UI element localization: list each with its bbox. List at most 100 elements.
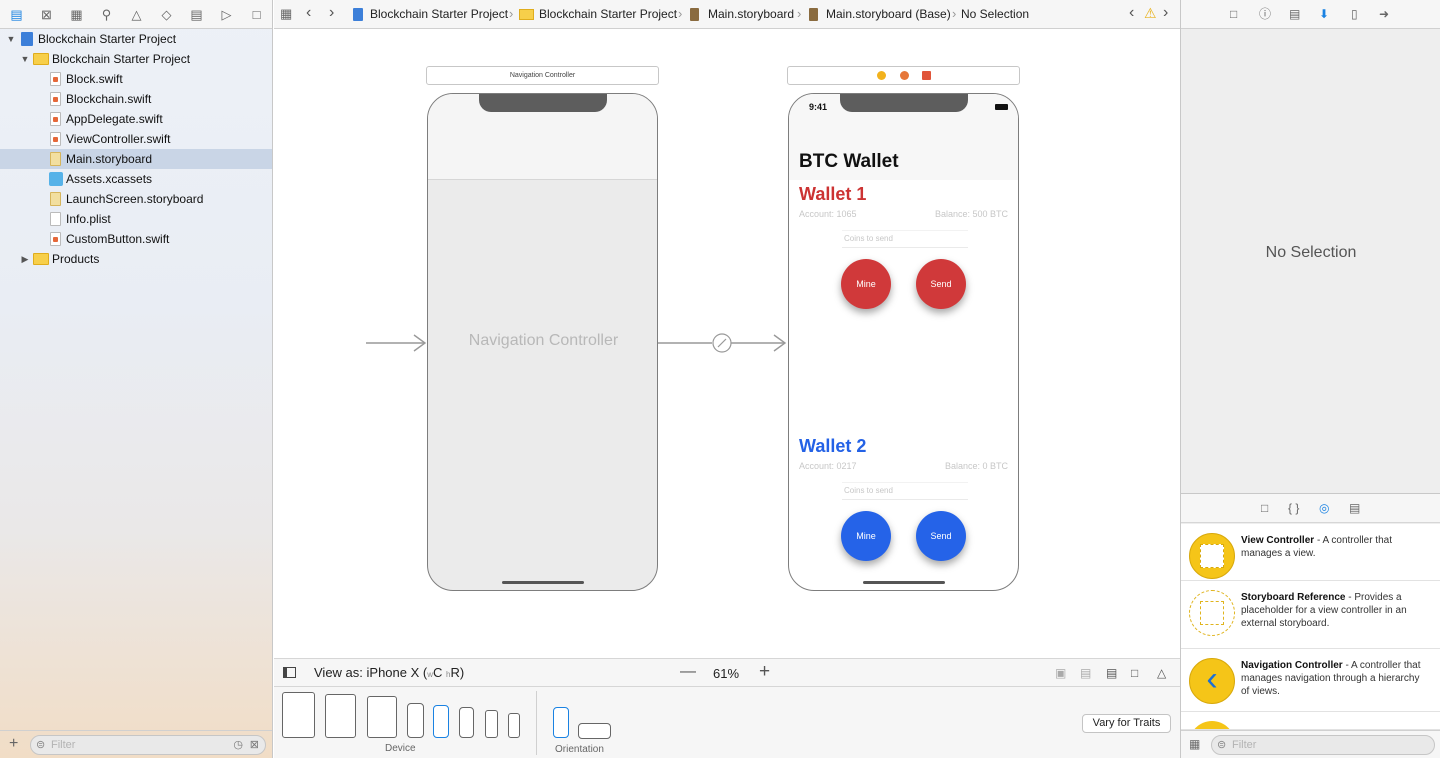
- vary-for-traits-button[interactable]: Vary for Traits: [1082, 714, 1171, 733]
- scene-dock[interactable]: [787, 66, 1020, 85]
- folder-icon: [519, 9, 534, 20]
- first-responder-icon[interactable]: [900, 71, 909, 80]
- object-library-icon[interactable]: ◎: [1319, 502, 1329, 515]
- document-outline-icon[interactable]: [283, 667, 296, 678]
- wallet-2-send-button[interactable]: Send: [916, 511, 966, 561]
- device-iphone-plus-icon[interactable]: [407, 703, 424, 738]
- library-item-storyboard-reference[interactable]: Storyboard Reference - Provides a placeh…: [1181, 581, 1440, 649]
- chevron-right-icon: ›: [509, 6, 514, 21]
- storyboard-canvas[interactable]: Navigation Controller Navigation Control…: [274, 30, 1180, 658]
- back-icon[interactable]: ‹: [306, 4, 311, 22]
- tree-item-label: Block.swift: [66, 72, 123, 86]
- wallet-view-controller-scene[interactable]: 9:41 BTC Wallet Wallet 1 Account: 1065 B…: [788, 93, 1019, 591]
- scene-title-bar[interactable]: Navigation Controller: [426, 66, 659, 85]
- wallet-2-amount-field[interactable]: Coins to send: [842, 482, 968, 500]
- view-as-label[interactable]: View as: iPhone X (wC hR): [314, 665, 464, 680]
- home-indicator: [862, 581, 945, 584]
- device-ipad-icon[interactable]: [367, 696, 397, 738]
- update-frames-icon[interactable]: ▣: [1055, 666, 1066, 680]
- tree-item-project[interactable]: ▼ Blockchain Starter Project: [0, 29, 272, 49]
- embed-in-stack-icon[interactable]: ▤: [1080, 666, 1091, 680]
- library-item-partial[interactable]: [1181, 712, 1440, 730]
- device-iphone-4s-icon[interactable]: [508, 713, 520, 738]
- segue-arrow[interactable]: [658, 330, 790, 356]
- code-snippet-icon[interactable]: { }: [1288, 502, 1299, 515]
- identity-inspector-icon[interactable]: ▤: [1289, 8, 1300, 21]
- debug-icon[interactable]: ▤: [189, 7, 204, 22]
- tree-item-file[interactable]: LaunchScreen.storyboard: [0, 189, 272, 209]
- wallet-1-send-button[interactable]: Send: [916, 259, 966, 309]
- breadcrumb-file[interactable]: Main.storyboard: [708, 7, 794, 21]
- report-icon[interactable]: □: [249, 7, 264, 22]
- device-iphone-se-icon[interactable]: [485, 710, 498, 738]
- tree-item-group[interactable]: ▶ Products: [0, 249, 272, 269]
- device-iphone-8-icon[interactable]: [459, 707, 474, 738]
- warning-icon[interactable]: △: [129, 7, 144, 22]
- forward-icon[interactable]: ›: [329, 4, 334, 22]
- view-controller-icon[interactable]: [877, 71, 886, 80]
- zoom-in-icon[interactable]: +: [759, 661, 770, 683]
- device-iphone-x-icon[interactable]: [433, 705, 449, 738]
- grid-view-icon[interactable]: ▦: [1189, 737, 1200, 751]
- swift-file-icon: [50, 92, 61, 106]
- source-control-icon[interactable]: ⊠: [39, 7, 54, 22]
- device-ipad-pro-12-icon[interactable]: [282, 692, 315, 738]
- breadcrumb-group[interactable]: Blockchain Starter Project: [539, 7, 677, 21]
- tree-item-file[interactable]: CustomButton.swift: [0, 229, 272, 249]
- library-filter-input[interactable]: ⊜ Filter: [1211, 735, 1435, 755]
- navigation-controller-scene[interactable]: Navigation Controller: [427, 93, 658, 591]
- related-items-icon[interactable]: ▦: [280, 6, 292, 22]
- view-as-bar: View as: iPhone X (wC hR) — 61% + ▣ ▤ ▤ …: [274, 658, 1180, 687]
- tree-item-file[interactable]: Assets.xcassets: [0, 169, 272, 189]
- add-icon[interactable]: +: [9, 735, 18, 753]
- search-icon[interactable]: ⚲: [99, 7, 114, 22]
- previous-issue-icon[interactable]: ‹: [1129, 4, 1134, 22]
- inspector-toolbar: □ ⓘ ▤ ⬇ ▯ ➜: [1181, 0, 1440, 29]
- media-library-icon[interactable]: ▤: [1349, 502, 1360, 515]
- resolve-issues-icon[interactable]: △: [1157, 666, 1166, 680]
- tree-item-file-selected[interactable]: Main.storyboard: [0, 149, 272, 169]
- disclosure-open-icon[interactable]: ▼: [20, 49, 30, 69]
- tree-item-file[interactable]: Info.plist: [0, 209, 272, 229]
- wallet-1-mine-button[interactable]: Mine: [841, 259, 891, 309]
- breakpoint-icon[interactable]: ▷: [219, 7, 234, 22]
- attributes-inspector-icon[interactable]: ⬇: [1319, 8, 1329, 21]
- breadcrumb-selection[interactable]: No Selection: [961, 7, 1029, 21]
- tree-item-file[interactable]: AppDelegate.swift: [0, 109, 272, 129]
- breadcrumb-localization[interactable]: Main.storyboard (Base): [826, 7, 951, 21]
- connections-inspector-icon[interactable]: ➜: [1379, 8, 1389, 21]
- folder-icon[interactable]: ▤: [9, 7, 24, 22]
- tree-item-file[interactable]: ViewController.swift: [0, 129, 272, 149]
- test-icon[interactable]: ◇: [159, 7, 174, 22]
- size-inspector-icon[interactable]: ▯: [1351, 8, 1358, 21]
- next-issue-icon[interactable]: ›: [1163, 4, 1168, 22]
- device-ipad-pro-10-icon[interactable]: [325, 694, 356, 738]
- file-inspector-icon[interactable]: □: [1230, 8, 1237, 21]
- hierarchy-icon[interactable]: ▦: [69, 7, 84, 22]
- disclosure-closed-icon[interactable]: ▶: [20, 249, 30, 269]
- wallet-2-mine-button[interactable]: Mine: [841, 511, 891, 561]
- add-constraints-icon[interactable]: □: [1131, 666, 1138, 680]
- library-item-view-controller[interactable]: View Controller - A controller that mana…: [1181, 524, 1440, 581]
- orientation-landscape-icon[interactable]: [578, 723, 611, 739]
- quick-help-icon[interactable]: ⓘ: [1259, 8, 1271, 21]
- wallet-1-amount-field[interactable]: Coins to send: [842, 230, 968, 248]
- scm-filter-icon[interactable]: ⊠: [250, 736, 259, 754]
- library-item-navigation-controller[interactable]: ‹ Navigation Controller - A controller t…: [1181, 649, 1440, 712]
- orientation-portrait-icon[interactable]: [553, 707, 569, 738]
- align-icon[interactable]: ▤: [1106, 666, 1117, 680]
- tree-item-label: LaunchScreen.storyboard: [66, 192, 204, 206]
- file-template-icon[interactable]: □: [1261, 502, 1268, 515]
- navigator-filter-input[interactable]: ⊜ Filter ◷ ⊠: [30, 735, 266, 755]
- tree-item-file[interactable]: Block.swift: [0, 69, 272, 89]
- divider: [536, 691, 537, 755]
- exit-icon[interactable]: [922, 71, 931, 80]
- breadcrumb-project[interactable]: Blockchain Starter Project: [370, 7, 508, 21]
- orientation-label: Orientation: [555, 744, 604, 755]
- recent-icon[interactable]: ◷: [233, 736, 243, 754]
- zoom-out-icon[interactable]: —: [680, 663, 696, 681]
- disclosure-open-icon[interactable]: ▼: [6, 29, 16, 49]
- tree-item-group[interactable]: ▼ Blockchain Starter Project: [0, 49, 272, 69]
- warning-icon[interactable]: ⚠: [1144, 5, 1157, 22]
- tree-item-file[interactable]: Blockchain.swift: [0, 89, 272, 109]
